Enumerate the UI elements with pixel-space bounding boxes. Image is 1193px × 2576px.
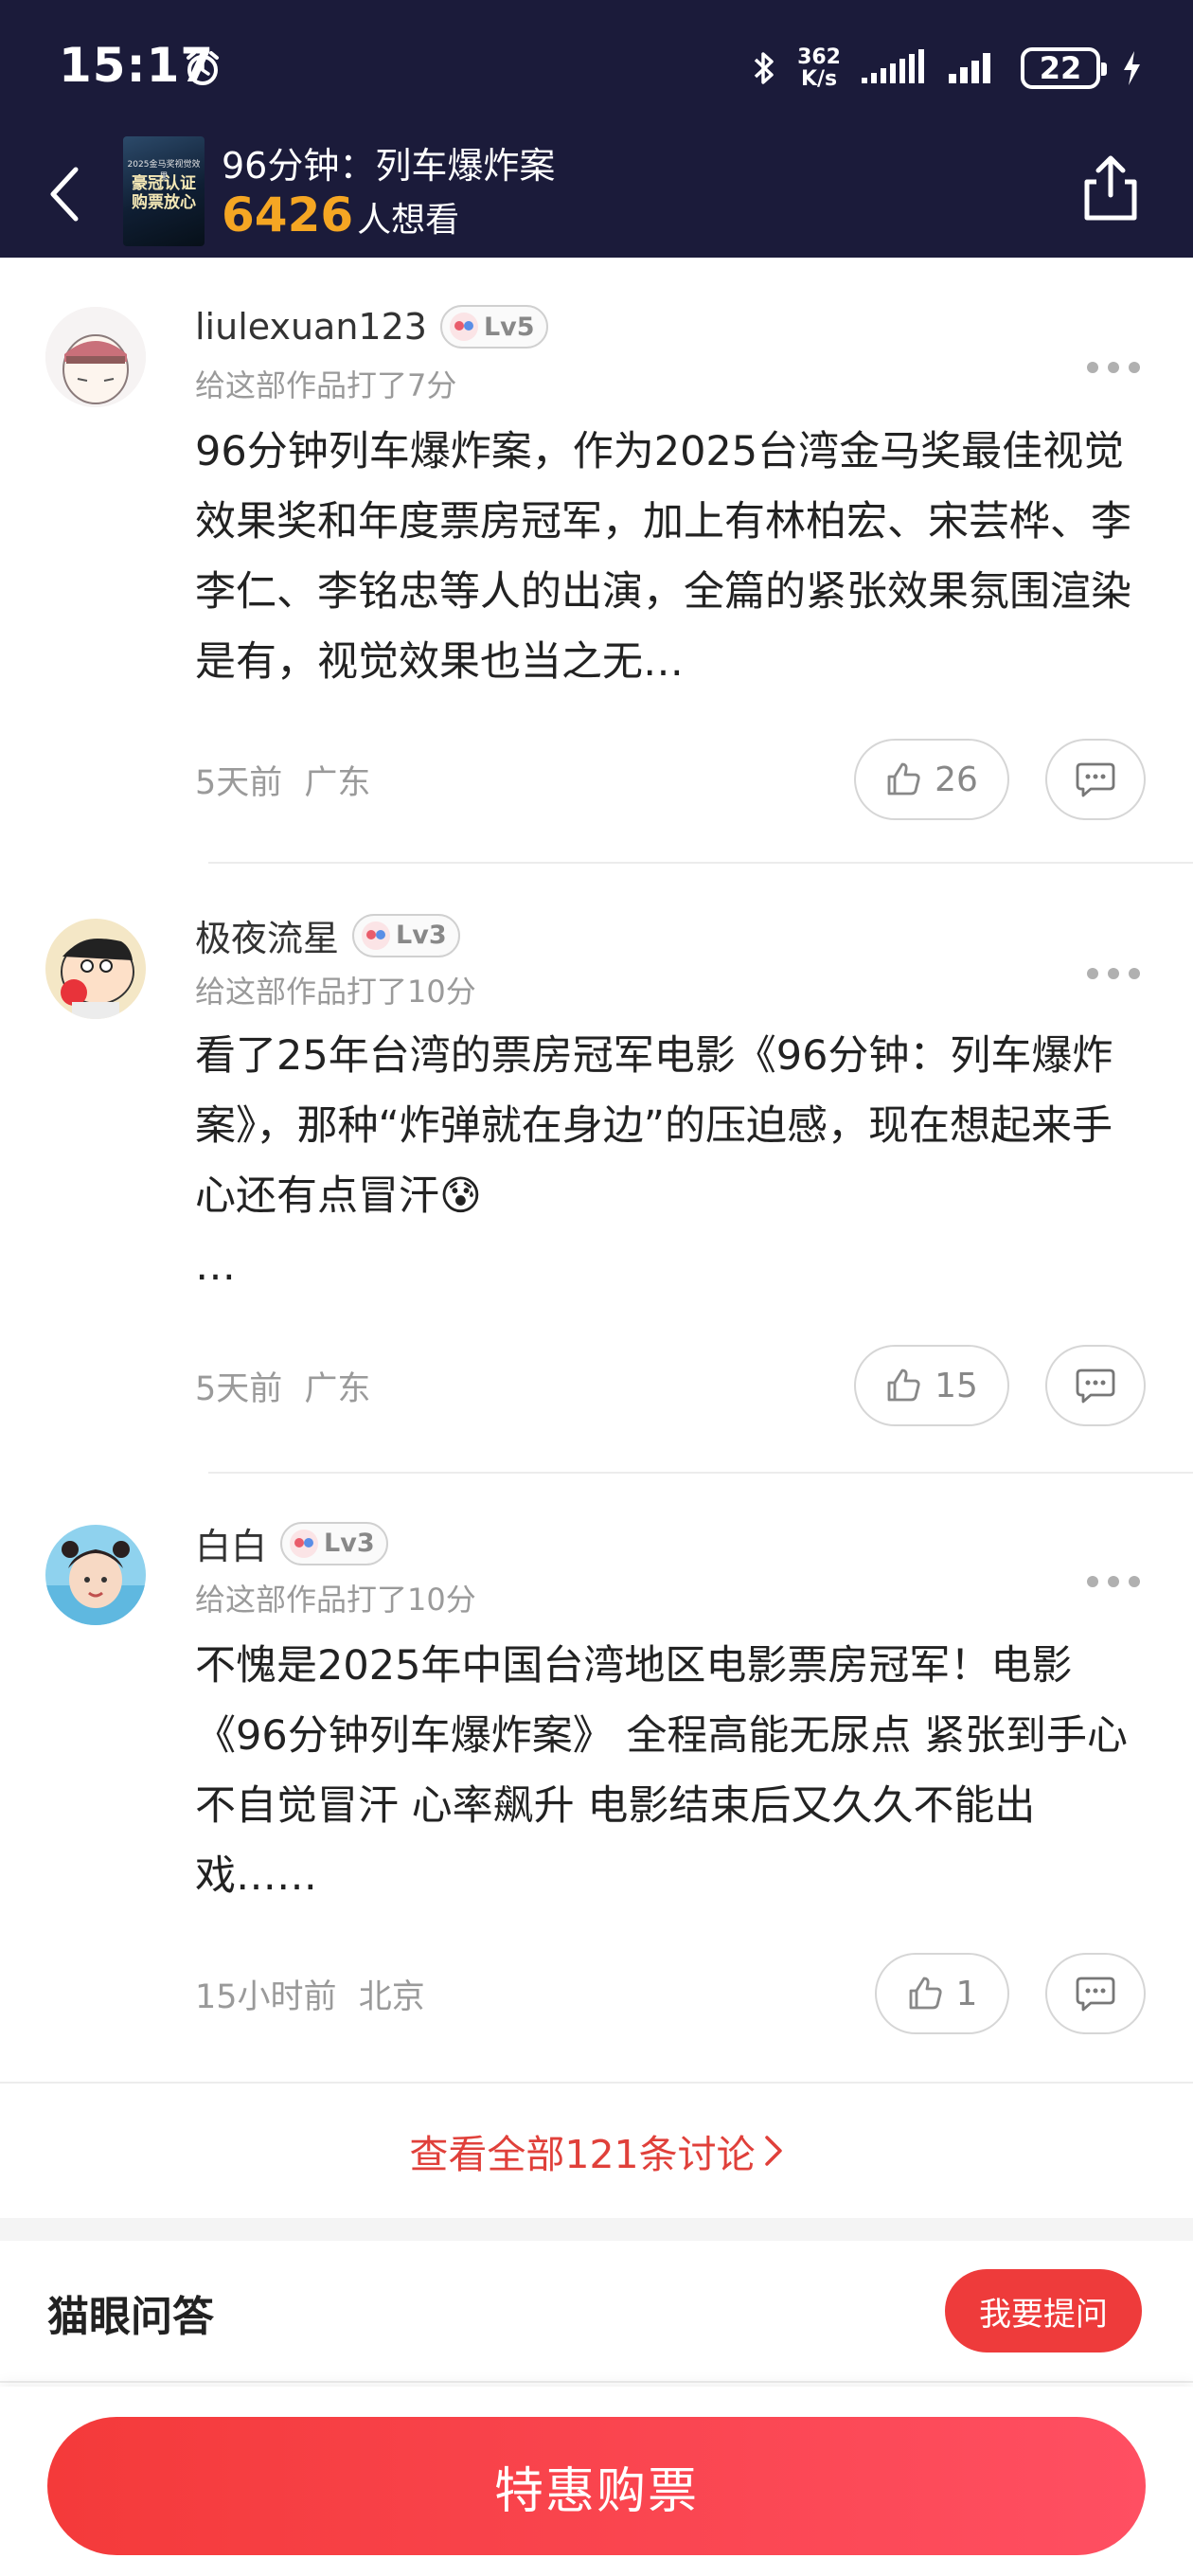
qa-title: 猫眼问答 xyxy=(47,2293,214,2341)
reply-button[interactable] xyxy=(1045,739,1146,820)
comment-meta: 5天前 广东 xyxy=(195,1362,370,1410)
level-mascot-icon xyxy=(362,921,391,950)
want-suffix: 人想看 xyxy=(357,201,460,240)
bottom-bar: 特惠购票 xyxy=(0,2387,1193,2576)
poster-text: 豪冠认证 购票放心 xyxy=(127,174,201,212)
user-row: liulexuan123 Lv5 xyxy=(195,305,548,349)
avatar[interactable] xyxy=(45,919,146,1019)
comment-item: 白白 Lv3 给这部作品打了10分 不愧是2025年中国台湾地区电影票房冠军！电… xyxy=(0,1474,1193,2082)
like-count: 15 xyxy=(935,1366,978,1405)
like-count: 1 xyxy=(955,1974,978,2013)
level-mascot-icon xyxy=(449,313,478,341)
back-button[interactable] xyxy=(36,161,93,227)
thumbs-up-icon xyxy=(909,1977,942,2010)
view-all-label: 查看全部121条讨论 xyxy=(409,2132,756,2177)
want-count: 6426 xyxy=(222,188,354,242)
comment-item: liulexuan123 Lv5 给这部作品打了7分 96分钟列车爆炸案，作为2… xyxy=(0,258,1193,864)
ask-question-button[interactable]: 我要提问 xyxy=(945,2269,1142,2352)
comment-text[interactable]: 96分钟列车爆炸案，作为2025台湾金马奖最佳视觉效果奖和年度票房冠军，加上有林… xyxy=(195,417,1142,697)
net-speed-unit: K/s xyxy=(800,67,838,91)
comment-location: 广东 xyxy=(304,764,371,802)
avatar[interactable] xyxy=(45,307,146,407)
comment-location: 北京 xyxy=(358,1978,425,2016)
comment-item: 极夜流星 Lv3 给这部作品打了10分 看了25年台湾的票房冠军电影《96分钟：… xyxy=(0,864,1193,1474)
more-options-button[interactable] xyxy=(1087,964,1140,983)
user-row: 白白 Lv3 xyxy=(195,1517,388,1569)
like-button[interactable]: 1 xyxy=(875,1953,1009,2034)
like-button[interactable]: 15 xyxy=(854,1345,1009,1426)
level-badge: Lv3 xyxy=(352,913,460,957)
avatar-image xyxy=(45,1525,146,1625)
qa-section: 猫眼问答 我要提问 xyxy=(0,2241,1193,2383)
want-to-see: 6426 人想看 xyxy=(222,188,459,242)
level-badge: Lv3 xyxy=(280,1521,388,1565)
score-text: 给这部作品打了10分 xyxy=(195,974,476,1010)
battery-indicator: 22 xyxy=(1021,47,1107,89)
more-options-button[interactable] xyxy=(1087,1572,1140,1591)
score-text: 给这部作品打了10分 xyxy=(195,1582,476,1618)
comment-text[interactable]: 不愧是2025年中国台湾地区电影票房冠军！电影《96分钟列车爆炸案》 全程高能无… xyxy=(195,1631,1142,1911)
username[interactable]: liulexuan123 xyxy=(195,306,427,348)
buy-ticket-button[interactable]: 特惠购票 xyxy=(47,2417,1146,2555)
user-row: 极夜流星 Lv3 xyxy=(195,909,460,961)
signal-icon-2 xyxy=(949,53,990,83)
comment-meta: 5天前 广东 xyxy=(195,756,370,804)
movie-poster[interactable]: 2025金马奖视觉效果 豪冠认证 购票放心 xyxy=(123,136,205,246)
reply-button[interactable] xyxy=(1045,1345,1146,1426)
comment-body: 看了25年台湾的票房冠军电影《96分钟：列车爆炸案》，那种“炸弹就在身边”的压迫… xyxy=(195,1032,1113,1220)
level-text: Lv5 xyxy=(483,312,535,342)
like-count: 26 xyxy=(935,760,978,799)
status-icons: 362 K/s 22 xyxy=(752,42,1142,95)
section-separator xyxy=(0,2218,1193,2241)
bluetooth-icon xyxy=(754,52,774,84)
comment-time: 5天前 xyxy=(195,764,283,802)
chevron-right-icon xyxy=(764,2136,782,2166)
level-text: Lv3 xyxy=(324,1529,375,1558)
username[interactable]: 白白 xyxy=(195,1517,267,1569)
level-text: Lv3 xyxy=(396,921,447,950)
reply-bubble-icon xyxy=(1076,1977,1115,2012)
movie-title: 96分钟：列车爆炸案 xyxy=(222,145,556,187)
reply-bubble-icon xyxy=(1076,1368,1115,1404)
avatar-image xyxy=(45,919,146,1019)
more-dots-icon xyxy=(1087,968,1098,979)
score-text: 给这部作品打了7分 xyxy=(195,367,457,403)
reply-bubble-icon xyxy=(1076,762,1115,797)
thumbs-up-icon xyxy=(887,1368,920,1402)
comment-ellipsis: … xyxy=(195,1243,236,1290)
more-options-button[interactable] xyxy=(1087,358,1140,377)
poster-line-2: 购票放心 xyxy=(132,193,196,212)
level-mascot-icon xyxy=(290,1529,319,1558)
reply-button[interactable] xyxy=(1045,1953,1146,2034)
poster-line-1: 豪冠认证 xyxy=(132,174,196,193)
comment-time: 15小时前 xyxy=(195,1978,337,2016)
view-all-discussions-link[interactable]: 查看全部121条讨论 xyxy=(0,2082,1193,2218)
level-badge: Lv5 xyxy=(439,305,548,349)
avatar-image xyxy=(45,307,146,407)
back-chevron-icon xyxy=(50,167,79,222)
status-bar: 15:17 362 K/s 22 xyxy=(0,0,1193,133)
username[interactable]: 极夜流星 xyxy=(195,909,339,961)
net-speed-value: 362 xyxy=(797,45,841,69)
comment-location: 广东 xyxy=(304,1370,371,1408)
net-speed: 362 K/s xyxy=(797,46,841,90)
comment-meta: 15小时前 北京 xyxy=(195,1970,425,2018)
comment-text[interactable]: 看了25年台湾的票房冠军电影《96分钟：列车爆炸案》，那种“炸弹就在身边”的压迫… xyxy=(195,1021,1142,1301)
more-dots-icon xyxy=(1087,362,1098,373)
signal-icon xyxy=(862,49,924,83)
comment-time: 5天前 xyxy=(195,1370,283,1408)
charging-icon xyxy=(1124,51,1140,85)
more-dots-icon xyxy=(1087,1576,1098,1587)
nav-bar: 2025金马奖视觉效果 豪冠认证 购票放心 96分钟：列车爆炸案 6426 人想… xyxy=(0,133,1193,258)
alarm-icon xyxy=(187,51,219,85)
like-button[interactable]: 26 xyxy=(854,739,1009,820)
top-header: 15:17 362 K/s 22 2025金马奖视觉效果 豪冠认证 购票放心 9… xyxy=(0,0,1193,258)
share-icon[interactable] xyxy=(1077,153,1144,224)
avatar[interactable] xyxy=(45,1525,146,1625)
thumbs-up-icon xyxy=(887,762,920,796)
